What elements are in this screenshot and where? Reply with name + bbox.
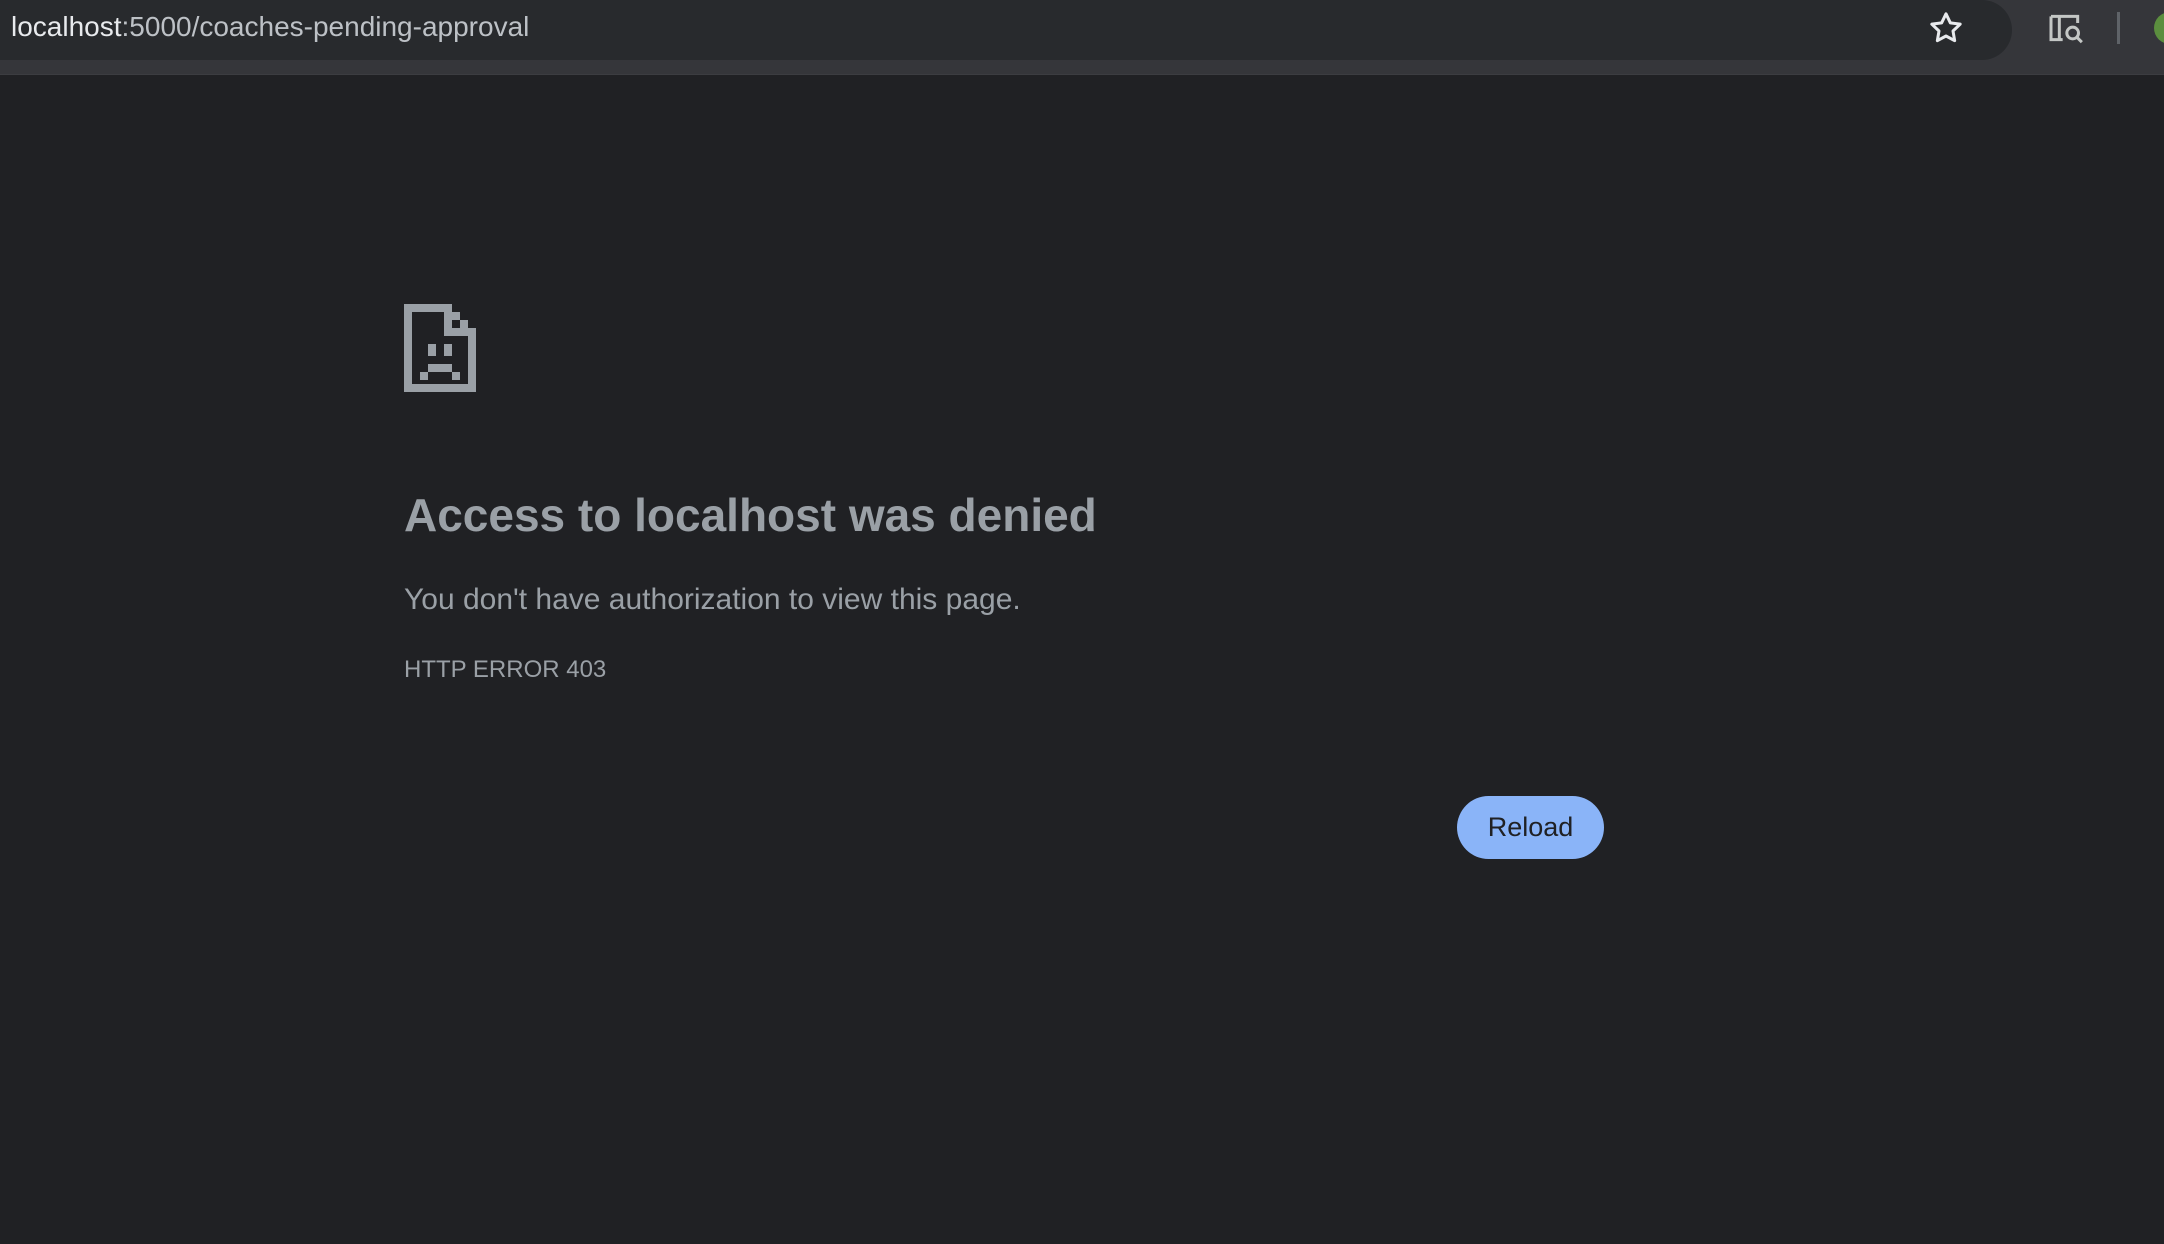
toolbar-divider [2117, 12, 2120, 44]
lens-search-icon[interactable] [2046, 8, 2086, 48]
browser-toolbar: localhost:5000/coaches-pending-approval [0, 0, 2164, 75]
sad-document-icon [404, 304, 476, 392]
error-page: Access to localhost was denied You don't… [0, 75, 2164, 1244]
url-text[interactable]: localhost:5000/coaches-pending-approval [11, 10, 529, 44]
url-host: localhost [11, 11, 122, 42]
address-bar[interactable]: localhost:5000/coaches-pending-approval [0, 0, 2012, 60]
error-message: You don't have authorization to view thi… [404, 583, 1021, 616]
bookmark-star-icon[interactable] [1926, 8, 1966, 48]
error-code: HTTP ERROR 403 [404, 656, 607, 683]
reload-button[interactable]: Reload [1457, 796, 1604, 859]
error-title: Access to localhost was denied [404, 489, 1097, 541]
profile-avatar-icon[interactable] [2154, 12, 2164, 44]
url-path: :5000/coaches-pending-approval [121, 11, 530, 42]
